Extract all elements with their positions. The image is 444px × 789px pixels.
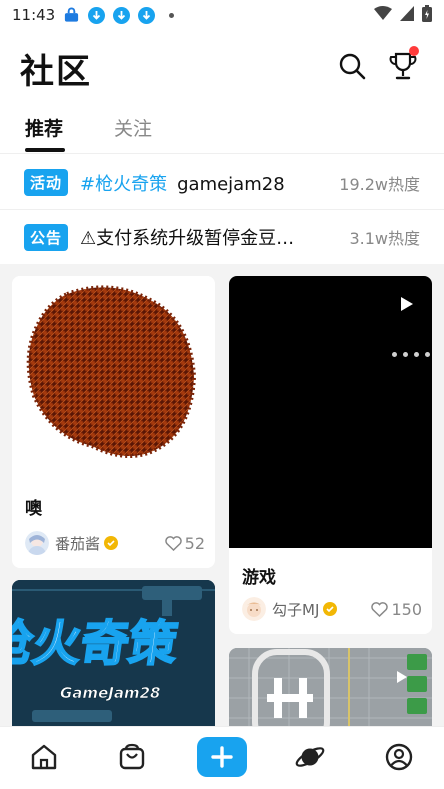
- post-card[interactable]: 游戏 勾子MJ 150: [229, 276, 432, 634]
- feed-tabs: 推荐 关注: [0, 108, 444, 154]
- verified-badge-icon: [323, 602, 338, 616]
- post-video-thumbnail: [229, 648, 432, 726]
- post-image: 枪火奇策 GameJam28: [12, 580, 215, 726]
- notice-body: gamejam28: [177, 173, 285, 195]
- notice-heat: 19.2w热度: [339, 174, 420, 194]
- status-time: 11:43: [12, 6, 56, 24]
- battery-icon: [422, 4, 432, 26]
- post-card[interactable]: 噢 番茄酱 52: [12, 276, 215, 568]
- profile-icon: [385, 743, 413, 771]
- like-button[interactable]: 150: [371, 600, 422, 619]
- notification-dot: [409, 46, 419, 56]
- tab-following[interactable]: 关注: [114, 114, 152, 141]
- more-notifications-icon: [169, 12, 175, 18]
- avatar[interactable]: [242, 597, 266, 621]
- home-icon: [31, 744, 57, 770]
- banner-art-title: 枪火奇策: [12, 616, 182, 672]
- post-video-thumbnail: [229, 276, 432, 548]
- play-icon: [401, 297, 413, 311]
- create-post-button[interactable]: [197, 737, 247, 777]
- bottom-navigation: [0, 726, 444, 789]
- post-feed: 噢 番茄酱 52 游戏 勾子MJ 150 枪火奇策 GameJam28: [0, 264, 444, 726]
- notice-tag: #枪火奇策: [80, 173, 168, 195]
- download-icon: [138, 6, 156, 24]
- notice-badge: 活动: [24, 169, 69, 196]
- verified-badge-icon: [104, 536, 119, 550]
- post-title: 游戏: [242, 568, 276, 588]
- nav-shop[interactable]: [114, 739, 150, 775]
- heart-icon: [164, 535, 182, 551]
- author-name[interactable]: 番茄酱: [55, 533, 100, 554]
- page-title: 社区: [20, 52, 92, 92]
- announcement-notice[interactable]: 公告 ⚠支付系统升级暂停金豆… 3.1w热度: [0, 210, 444, 264]
- notice-badge: 公告: [24, 223, 69, 251]
- post-card[interactable]: 枪火奇策 GameJam28: [12, 580, 215, 726]
- status-app-icons: [63, 6, 175, 24]
- play-icon: [397, 671, 407, 683]
- like-count: 150: [391, 599, 422, 619]
- post-title: 噢: [25, 499, 42, 519]
- shopping-bag-icon: [119, 743, 145, 770]
- tab-recommended[interactable]: 推荐: [25, 114, 63, 141]
- avatar[interactable]: [25, 531, 49, 555]
- post-meta: 勾子MJ 150: [242, 596, 422, 622]
- plus-icon: [211, 746, 233, 768]
- video-overlay-icons: [392, 352, 430, 357]
- post-image: [12, 276, 215, 476]
- status-bar: 11:43: [0, 0, 444, 30]
- notice-heat: 3.1w热度: [349, 229, 420, 248]
- download-icon: [88, 6, 106, 24]
- event-notice[interactable]: 活动 #枪火奇策 gamejam28 19.2w热度: [0, 156, 444, 210]
- heart-icon: [371, 601, 389, 617]
- active-tab-indicator: [25, 148, 65, 152]
- download-icon: [113, 6, 131, 24]
- nav-explore[interactable]: [292, 739, 328, 775]
- like-count: 52: [184, 533, 205, 553]
- search-button[interactable]: [336, 50, 368, 82]
- signal-icon: [400, 5, 414, 25]
- search-icon: [339, 53, 366, 80]
- app-notification-icon: [63, 7, 80, 24]
- app-header: 社区: [0, 36, 444, 98]
- notice-body: ⚠支付系统升级暂停金豆…: [80, 228, 295, 249]
- author-name[interactable]: 勾子MJ: [272, 599, 319, 620]
- status-system-icons: [374, 4, 432, 26]
- nav-profile[interactable]: [381, 739, 417, 775]
- post-meta: 番茄酱 52: [25, 530, 205, 556]
- planet-icon: [295, 747, 325, 767]
- nav-home[interactable]: [26, 739, 62, 775]
- like-button[interactable]: 52: [164, 533, 205, 553]
- post-card[interactable]: [229, 648, 432, 726]
- notice-text: #枪火奇策 gamejam28: [80, 170, 325, 196]
- notice-text: ⚠支付系统升级暂停金豆…: [80, 224, 325, 250]
- banner-art-subtitle: GameJam28: [60, 684, 160, 702]
- trophy-button[interactable]: [387, 46, 419, 82]
- wifi-icon: [374, 5, 392, 25]
